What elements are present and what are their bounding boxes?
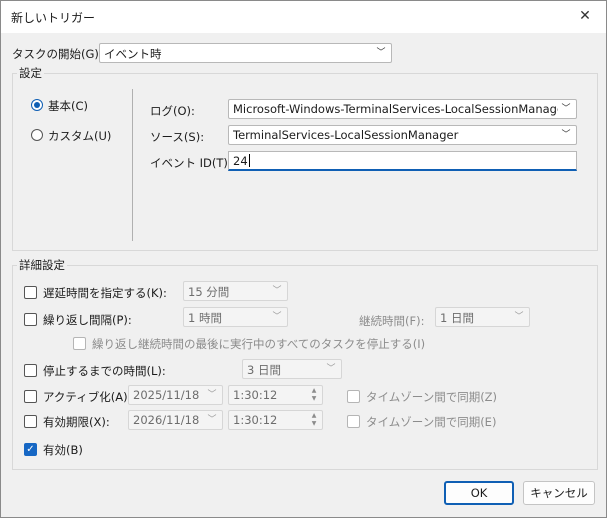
delay-label[interactable]: 遅延時間を指定する(K): [43,285,167,301]
cancel-button[interactable]: キャンセル [523,481,595,505]
dialog-title: 新しいトリガー [11,11,96,25]
source-value: TerminalServices-LocalSessionManager [233,128,459,142]
chevron-down-icon: ﹀ [272,312,282,322]
stop-after-checkbox[interactable] [24,364,37,377]
delay-select[interactable]: 15 分間 ﹀ [183,281,288,301]
duration-label: 継続時間(F): [359,314,425,328]
custom-radio[interactable] [31,129,43,141]
event-id-value: 24 [233,154,248,168]
log-label: ログ(O): [150,104,195,118]
chevron-down-icon: ﹀ [272,286,282,296]
basic-radio-label[interactable]: 基本(C) [48,98,88,114]
chevron-down-icon: ﹀ [514,312,524,322]
log-select[interactable]: Microsoft-Windows-TerminalServices-Local… [228,99,577,119]
delay-value: 15 分間 [188,285,230,299]
source-label: ソース(S): [150,130,205,144]
activate-label[interactable]: アクティブ化(A): [43,389,131,405]
expire-label[interactable]: 有効期限(X): [43,414,110,430]
activate-time-value: 1:30:12 [233,388,278,402]
expire-time-spinner[interactable]: 1:30:12 ▲ ▼ [228,410,323,430]
activate-sync-label[interactable]: タイムゾーン間で同期(Z) [366,389,497,405]
chevron-down-icon: ﹀ [207,415,217,425]
duration-select[interactable]: 1 日間 ﹀ [435,307,530,327]
expire-date-picker[interactable]: 2026/11/18 ﹀ [128,410,223,430]
repeat-checkbox[interactable] [24,313,37,326]
expire-time-value: 1:30:12 [233,413,278,427]
basic-radio[interactable] [31,99,43,111]
log-value: Microsoft-Windows-TerminalServices-Local… [233,102,558,116]
source-select[interactable]: TerminalServices-LocalSessionManager ﹀ [228,125,577,145]
activate-date-picker[interactable]: 2025/11/18 ﹀ [128,385,223,405]
spinner-arrows-icon: ▲ ▼ [311,387,317,402]
settings-group-title: 設定 [17,65,44,81]
start-task-value: イベント時 [104,47,162,61]
delay-checkbox[interactable] [24,286,37,299]
enabled-checkbox[interactable]: ✓ [24,443,37,456]
chevron-down-icon: ﹀ [376,48,386,58]
checkmark-icon: ✓ [26,444,35,455]
activate-time-spinner[interactable]: 1:30:12 ▲ ▼ [228,385,323,405]
new-trigger-dialog: 新しいトリガー ✕ タスクの開始(G): イベント時 ﹀ 設定 基本(C) カス… [0,0,607,518]
stop-after-select[interactable]: 3 日間 ﹀ [242,359,342,379]
repeat-select[interactable]: 1 時間 ﹀ [183,307,288,327]
chevron-down-icon: ﹀ [326,364,336,374]
activate-sync-checkbox[interactable] [347,390,360,403]
start-task-select[interactable]: イベント時 ﹀ [99,43,392,63]
duration-value: 1 日間 [440,311,474,325]
activate-checkbox[interactable] [24,390,37,403]
event-id-field[interactable]: 24 [228,151,577,171]
start-task-label: タスクの開始(G): [12,47,103,61]
advanced-group-title: 詳細設定 [17,257,67,273]
repeat-value: 1 時間 [188,311,222,325]
repeat-label[interactable]: 繰り返し間隔(P): [43,312,132,328]
chevron-down-icon: ﹀ [561,104,571,114]
title-bar: 新しいトリガー ✕ [1,1,606,33]
expire-date-value: 2026/11/18 [133,413,200,427]
text-caret [248,154,250,167]
stop-running-label[interactable]: 繰り返し継続時間の最後に実行中のすべてのタスクを停止する(I) [92,336,425,352]
chevron-down-icon: ﹀ [561,130,571,140]
expire-checkbox[interactable] [24,415,37,428]
chevron-down-icon: ﹀ [207,390,217,400]
spinner-arrows-icon: ▲ ▼ [311,412,317,427]
stop-after-value: 3 日間 [247,363,281,377]
expire-sync-label[interactable]: タイムゾーン間で同期(E) [366,414,496,430]
custom-radio-label[interactable]: カスタム(U) [48,128,111,144]
stop-after-label[interactable]: 停止するまでの時間(L): [43,363,166,379]
ok-button[interactable]: OK [444,481,514,505]
close-icon[interactable]: ✕ [574,5,596,27]
settings-divider [132,89,133,241]
expire-sync-checkbox[interactable] [347,415,360,428]
enabled-label[interactable]: 有効(B) [43,442,83,458]
event-id-label: イベント ID(T): [150,156,232,170]
stop-running-checkbox[interactable] [73,337,86,350]
activate-date-value: 2025/11/18 [133,388,200,402]
